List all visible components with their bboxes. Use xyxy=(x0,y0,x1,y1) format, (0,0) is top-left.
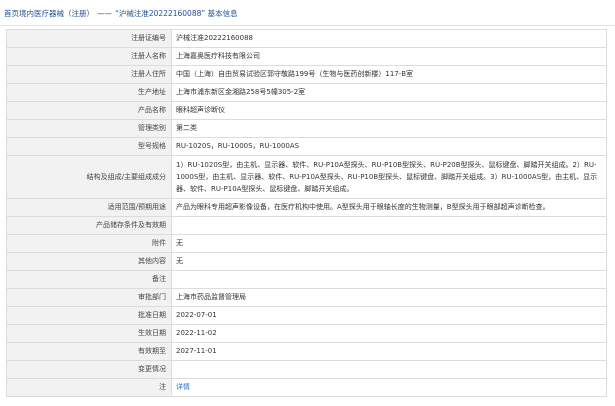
row-production-address: 生产地址 上海市浦东新区金湘路258号5幢305-2室 xyxy=(6,83,607,102)
row-label: 产品名称 xyxy=(6,101,172,120)
row-management-class: 管理类别 第二类 xyxy=(6,119,607,138)
row-value: 沪械注准20222160088 xyxy=(171,29,607,48)
row-value xyxy=(171,216,607,235)
row-label: 管理类别 xyxy=(6,119,172,138)
row-value: 产品为眼科专用超声影像设备，在医疗机构中使用。A型探头用于眼轴长度的生物测量，B… xyxy=(171,198,607,217)
row-value: 2022-11-02 xyxy=(171,324,607,343)
row-value: 中国（上海）自由贸易试验区郭守敬路199号（生物与医药创新楼）117-B室 xyxy=(171,65,607,84)
row-value xyxy=(171,360,607,379)
row-attachments: 附件 无 xyxy=(6,234,607,253)
row-label: 注 xyxy=(6,378,172,397)
row-value: 无 xyxy=(171,252,607,271)
row-value: 无 xyxy=(171,234,607,253)
row-label: 型号规格 xyxy=(6,137,172,156)
row-storage-validity: 产品储存条件及有效期 xyxy=(6,216,607,235)
row-value: 上海市药品监督管理局 xyxy=(171,288,607,307)
breadcrumb-category-link[interactable]: 境内医疗器械（注册） xyxy=(19,9,94,18)
row-other-content: 其他内容 无 xyxy=(6,252,607,271)
row-note: 注 详情 xyxy=(6,378,607,397)
row-label: 审批部门 xyxy=(6,288,172,307)
row-label: 注册证编号 xyxy=(6,29,172,48)
row-intended-use: 适用范围/预期用途 产品为眼科专用超声影像设备，在医疗机构中使用。A型探头用于眼… xyxy=(6,198,607,217)
row-label: 其他内容 xyxy=(6,252,172,271)
details-link[interactable]: 详情 xyxy=(176,383,190,391)
row-label: 注册人住所 xyxy=(6,65,172,84)
row-value xyxy=(171,270,607,289)
row-label: 附件 xyxy=(6,234,172,253)
breadcrumb-current: “沪械注准20222160088” 基本信息 xyxy=(115,9,238,18)
row-label: 有效期至 xyxy=(6,342,172,361)
detail-table: 注册证编号 沪械注准20222160088 注册人名称 上海嘉奥医疗科技有限公司… xyxy=(6,29,607,397)
row-value: 2027-11-01 xyxy=(171,342,607,361)
row-label: 生产地址 xyxy=(6,83,172,102)
breadcrumb: 首页境内医疗器械（注册） —— “沪械注准20222160088” 基本信息 xyxy=(4,8,238,20)
row-label: 产品储存条件及有效期 xyxy=(6,216,172,235)
row-product-name: 产品名称 眼科超声诊断仪 xyxy=(6,101,607,120)
breadcrumb-divider xyxy=(0,25,615,26)
row-label: 结构及组成/主要组成成分 xyxy=(6,155,172,199)
row-label: 备注 xyxy=(6,270,172,289)
row-label: 注册人名称 xyxy=(6,47,172,66)
row-value: 2022-07-01 xyxy=(171,306,607,325)
row-value: 1）RU-1020S型，由主机、显示器、软件、RU-P10A型探头、RU-P10… xyxy=(171,155,607,199)
row-label: 变更情况 xyxy=(6,360,172,379)
row-value: 上海嘉奥医疗科技有限公司 xyxy=(171,47,607,66)
breadcrumb-home-link[interactable]: 首页 xyxy=(4,9,19,18)
row-value: 详情 xyxy=(171,378,607,397)
row-model-spec: 型号规格 RU-1020S，RU-1000S，RU-1000AS xyxy=(6,137,607,156)
row-effective-date: 生效日期 2022-11-02 xyxy=(6,324,607,343)
row-registrant-address: 注册人住所 中国（上海）自由贸易试验区郭守敬路199号（生物与医药创新楼）117… xyxy=(6,65,607,84)
row-value: RU-1020S，RU-1000S，RU-1000AS xyxy=(171,137,607,156)
row-approval-department: 审批部门 上海市药品监督管理局 xyxy=(6,288,607,307)
row-label: 适用范围/预期用途 xyxy=(6,198,172,217)
row-registrant-name: 注册人名称 上海嘉奥医疗科技有限公司 xyxy=(6,47,607,66)
row-label: 生效日期 xyxy=(6,324,172,343)
row-approval-date: 批准日期 2022-07-01 xyxy=(6,306,607,325)
row-value: 上海市浦东新区金湘路258号5幢305-2室 xyxy=(171,83,607,102)
row-expiry-date: 有效期至 2027-11-01 xyxy=(6,342,607,361)
row-value: 眼科超声诊断仪 xyxy=(171,101,607,120)
row-value: 第二类 xyxy=(171,119,607,138)
breadcrumb-separator: —— xyxy=(97,9,112,18)
row-remarks: 备注 xyxy=(6,270,607,289)
row-structure-composition: 结构及组成/主要组成成分 1）RU-1020S型，由主机、显示器、软件、RU-P… xyxy=(6,155,607,199)
row-registration-number: 注册证编号 沪械注准20222160088 xyxy=(6,29,607,48)
row-label: 批准日期 xyxy=(6,306,172,325)
row-change-status: 变更情况 xyxy=(6,360,607,379)
